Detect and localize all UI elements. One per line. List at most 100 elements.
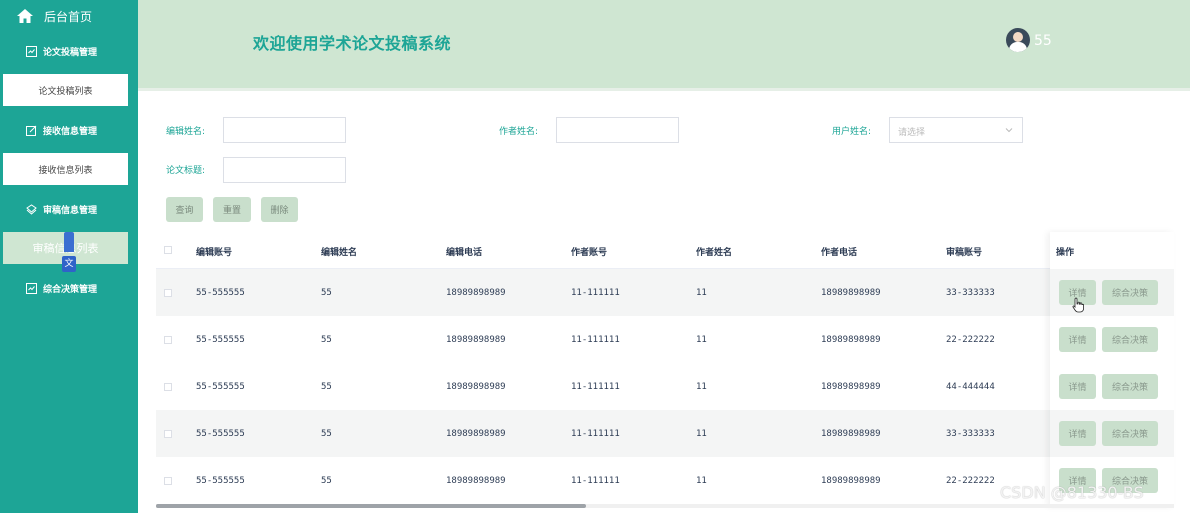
row-checkbox[interactable] [164,336,172,344]
sidebar-group-label: 接收信息管理 [43,126,98,137]
row-checkbox[interactable] [164,383,172,391]
hand-cursor-icon [1072,297,1084,313]
cell-author-name: 11 [696,335,707,345]
user-name-select[interactable]: 请选择 [889,117,1023,143]
sidebar-group-receive[interactable]: 接收信息管理 [0,113,138,147]
editor-name-label: 编辑姓名: [166,127,206,137]
cell-author-account: 11-111111 [571,429,620,439]
detail-button[interactable]: 详情 [1059,374,1096,399]
sidebar-item-receive-list[interactable]: 接收信息列表 [3,153,128,185]
row-checkbox[interactable] [164,430,172,438]
sidebar-group-review[interactable]: 审稿信息管理 [0,192,138,226]
cell-editor-account: 55-555555 [196,335,245,345]
author-name-input[interactable] [556,117,679,143]
cell-editor-account: 55-555555 [196,476,245,486]
sidebar: 后台首页 论文投稿管理 论文投稿列表 接收信息管理 接收信息列表 审稿信息管理 … [0,0,138,513]
col-editor-name: 编辑姓名 [321,248,358,258]
grid-icon [26,282,37,294]
cell-author-account: 11-111111 [571,288,620,298]
table-row: 55-555555 55 18989898989 11-111111 11 18… [156,410,1174,457]
editor-name-input[interactable] [223,117,346,143]
col-editor-account: 编辑账号 [196,248,233,258]
header-divider [138,88,1190,91]
col-operations: 操作 [1056,248,1075,258]
sidebar-home[interactable]: 后台首页 [0,0,138,32]
cell-reviewer-account: 22-222222 [946,476,995,486]
op-row: 详情 综合决策 [1050,269,1174,316]
sidebar-group-decision[interactable]: 综合决策管理 [0,271,138,305]
cell-editor-account: 55-555555 [196,429,245,439]
cell-reviewer-account: 44-444444 [946,382,995,392]
cell-author-account: 11-111111 [571,335,620,345]
cell-reviewer-account: 33-333333 [946,288,995,298]
user-name-label: 用户姓名: [832,127,872,137]
home-icon [17,9,33,23]
table-row: 55-555555 55 18989898989 11-111111 11 18… [156,316,1174,363]
edit-icon [26,125,37,136]
top-header: 欢迎使用学术论文投稿系统 55 [138,0,1190,88]
cell-author-name: 11 [696,429,707,439]
cell-editor-phone: 18989898989 [446,288,506,298]
cell-editor-account: 55-555555 [196,382,245,392]
cell-editor-name: 55 [321,382,332,392]
table-header: 编辑账号 编辑姓名 编辑电话 作者账号 作者姓名 作者电话 审稿账号 [156,232,1174,269]
decision-button[interactable]: 综合决策 [1102,374,1158,399]
cell-editor-name: 55 [321,476,332,486]
cell-author-phone: 18989898989 [821,429,881,439]
avatar[interactable] [1006,28,1030,52]
cell-editor-name: 55 [321,335,332,345]
cell-author-name: 11 [696,476,707,486]
sidebar-item-label: 论文投稿列表 [38,86,93,97]
col-author-name: 作者姓名 [696,248,733,258]
sidebar-group-paper[interactable]: 论文投稿管理 [0,34,138,68]
paper-title-input[interactable] [223,157,346,183]
cell-editor-phone: 18989898989 [446,335,506,345]
cell-editor-phone: 18989898989 [446,382,506,392]
table-row: 55-555555 55 18989898989 11-111111 11 18… [156,363,1174,410]
cell-author-account: 11-111111 [571,382,620,392]
decision-button[interactable]: 综合决策 [1102,421,1158,446]
chevron-down-icon [1005,128,1013,133]
op-row: 详情 综合决策 [1050,316,1174,363]
sidebar-group-label: 论文投稿管理 [43,47,98,58]
row-checkbox[interactable] [164,477,172,485]
cell-reviewer-account: 33-333333 [946,429,995,439]
page-title: 欢迎使用学术论文投稿系统 [253,34,452,53]
sidebar-group-label: 综合决策管理 [43,284,98,295]
cell-editor-phone: 18989898989 [446,476,506,486]
decision-button[interactable]: 综合决策 [1102,280,1158,305]
delete-button[interactable]: 删除 [261,197,298,222]
col-author-account: 作者账号 [571,248,608,258]
query-button[interactable]: 查询 [166,197,203,222]
cell-editor-account: 55-555555 [196,288,245,298]
cell-reviewer-account: 22-222222 [946,335,995,345]
watermark: CSDN @81330-BS [1000,483,1144,502]
cell-author-phone: 18989898989 [821,335,881,345]
operations-column: 操作 详情 综合决策 详情 综合决策 详情 综合决策 详情 综合决策 详情 综合… [1050,232,1174,507]
cell-editor-name: 55 [321,288,332,298]
op-row: 详情 综合决策 [1050,410,1174,457]
username[interactable]: 55 [1034,33,1052,49]
detail-button[interactable]: 详情 [1059,421,1096,446]
cell-author-account: 11-111111 [571,476,620,486]
cell-editor-name: 55 [321,429,332,439]
reset-button[interactable]: 重置 [213,197,251,222]
select-all-checkbox[interactable] [164,246,172,254]
cell-author-phone: 18989898989 [821,476,881,486]
scrollbar-thumb[interactable] [156,504,586,508]
col-reviewer-account: 审稿账号 [946,248,983,258]
sidebar-home-label: 后台首页 [44,9,93,24]
cell-author-phone: 18989898989 [821,288,881,298]
sidebar-item-paper-list[interactable]: 论文投稿列表 [3,74,128,106]
sidebar-group-label: 审稿信息管理 [43,205,98,216]
row-checkbox[interactable] [164,289,172,297]
paper-title-label: 论文标题: [166,166,206,176]
table-row: 55-555555 55 18989898989 11-111111 11 18… [156,269,1174,316]
translate-icon[interactable]: 文 [62,232,76,272]
sidebar-item-label: 接收信息列表 [38,165,93,176]
cell-author-phone: 18989898989 [821,382,881,392]
author-name-label: 作者姓名: [499,127,539,137]
decision-button[interactable]: 综合决策 [1102,327,1158,352]
user-name-placeholder: 请选择 [898,128,926,138]
detail-button[interactable]: 详情 [1059,327,1096,352]
